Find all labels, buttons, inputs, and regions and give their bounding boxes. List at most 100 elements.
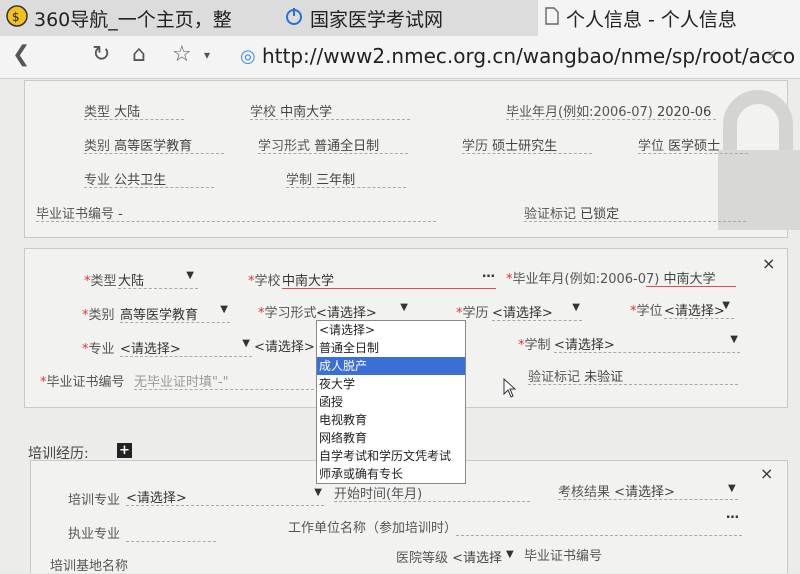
form-duration-label: *学制 — [518, 338, 551, 353]
form-certno-label: *毕业证书编号 — [40, 375, 125, 390]
divider — [462, 153, 592, 154]
chevron-down-icon[interactable]: ▼ — [506, 549, 514, 560]
certno-input[interactable]: 无毕业证时填"-" — [134, 371, 229, 390]
dropdown-option-highlighted[interactable]: 成人脱产 — [317, 357, 465, 375]
tab-bar: $ 360导航_一个主页，整 国家医学考试网 个人信息 - 个人信息 — [0, 0, 800, 37]
divider — [258, 153, 408, 154]
info-grad: 毕业年月(例如:2006-07) 2020-06 — [506, 105, 712, 120]
category-select[interactable]: 高等医学教育 ▼ — [120, 304, 228, 323]
practice-major-label: 执业专业 — [68, 527, 121, 542]
tab-label: 国家医学考试网 — [310, 8, 444, 31]
form-major-label: *专业 — [82, 342, 115, 357]
divider — [84, 119, 184, 120]
form-grad-label: *毕业年月(例如:2006-07) 中南大学 — [506, 272, 716, 287]
info-category: 类别 高等医学教育 — [84, 139, 193, 154]
training-cert-label: 毕业证书编号 — [524, 549, 603, 564]
chevron-down-icon[interactable]: ▼ — [728, 483, 736, 494]
chevron-down-icon: ▼ — [220, 304, 228, 315]
divider — [664, 318, 734, 319]
divider — [126, 505, 324, 506]
divider — [36, 221, 436, 222]
dropdown-option[interactable]: 自学考试和学历文凭考试 — [317, 447, 465, 465]
more-icon[interactable]: … — [726, 507, 739, 522]
form-edu-label: *学历 — [456, 306, 489, 321]
url-field[interactable]: http://www2.nmec.org.cn/wangbao/nme/sp/r… — [262, 44, 795, 68]
dropdown-option[interactable]: 师承或确有专长 — [317, 465, 465, 483]
add-training-button[interactable]: + — [117, 443, 132, 458]
dropdown-option[interactable]: 普通全日制 — [317, 339, 465, 357]
chevron-down-icon: ▼ — [400, 302, 408, 313]
edu-select[interactable]: <请选择> ▼ — [492, 302, 580, 321]
tab-nmec[interactable]: 国家医学考试网 — [284, 0, 532, 36]
close-icon[interactable]: × — [760, 464, 773, 483]
info-school: 学校 中南大学 — [250, 105, 333, 120]
dropdown-option[interactable]: <请选择> — [317, 321, 465, 339]
divider — [506, 119, 716, 120]
info-verify: 验证标记 已锁定 — [524, 207, 620, 222]
degree-select[interactable]: <请选择> ▼ — [664, 300, 730, 319]
divider — [84, 187, 214, 188]
divider — [638, 153, 748, 154]
divider — [492, 320, 582, 321]
divider — [554, 352, 740, 353]
cursor-icon — [503, 378, 517, 398]
dropdown-option[interactable]: 网络教育 — [317, 429, 465, 447]
divider — [286, 187, 406, 188]
training-major-label: 培训专业 — [68, 493, 121, 508]
tab-personal-info[interactable]: 个人信息 - 个人信息 — [538, 0, 800, 36]
divider — [126, 541, 216, 542]
major-sub-select[interactable]: <请选择> — [254, 336, 315, 355]
base-name-label: 培训基地名称 — [50, 559, 129, 574]
divider — [120, 356, 252, 357]
lightning-icon[interactable]: ⚡ — [766, 46, 777, 65]
reload-icon[interactable]: ↻ — [92, 42, 110, 67]
home-icon[interactable]: ⌂ — [132, 42, 146, 67]
duration-select[interactable]: <请选择> ▼ — [554, 334, 738, 353]
training-major-select[interactable]: <请选择> ▼ — [126, 487, 322, 506]
chevron-down-icon[interactable]: ▾ — [204, 48, 210, 62]
hospital-level-label: 医院等级 <请选择 — [396, 551, 503, 566]
studyform-dropdown[interactable]: <请选择> 普通全日制 成人脱产 夜大学 函授 电视教育 网络教育 自学考试和学… — [316, 320, 466, 484]
dropdown-option[interactable]: 函授 — [317, 393, 465, 411]
result-label: 考核结果 <请选择> — [558, 485, 675, 500]
divider — [456, 535, 742, 536]
tab-label: 360导航_一个主页，整 — [34, 8, 232, 31]
form-studyform-label: *学习形式 — [258, 306, 317, 321]
info-edu: 学历 硕士研究生 — [462, 139, 558, 154]
info-major: 专业 公共卫生 — [84, 173, 167, 188]
school-underline — [282, 288, 496, 289]
page-icon — [544, 6, 560, 31]
star-icon[interactable]: ☆ — [172, 42, 192, 67]
secure-icon: ◎ — [240, 46, 256, 67]
info-duration: 学制 三年制 — [286, 173, 356, 188]
school-input[interactable]: 中南大学 — [282, 270, 334, 289]
major-select[interactable]: <请选择> ▼ — [120, 338, 250, 357]
studyform-select[interactable]: <请选择> ▼ — [316, 302, 408, 321]
back-icon[interactable]: ❮ — [12, 42, 30, 67]
divider — [134, 389, 314, 390]
form-type-label: *类型 — [84, 274, 117, 289]
type-select[interactable]: 大陆 ▼ — [118, 270, 194, 289]
chevron-down-icon: ▼ — [730, 334, 738, 345]
form-verify: 验证标记 未验证 — [528, 370, 624, 385]
dropdown-option[interactable]: 夜大学 — [317, 375, 465, 393]
chevron-down-icon: ▼ — [186, 270, 194, 281]
divider — [524, 221, 746, 222]
divider — [558, 499, 738, 500]
close-icon[interactable]: × — [762, 254, 775, 273]
start-time-label: 开始时间(年月) — [334, 487, 423, 502]
power-icon — [284, 6, 304, 31]
chevron-down-icon: ▼ — [314, 487, 322, 498]
info-certno: 毕业证书编号 - — [36, 207, 123, 222]
divider — [84, 153, 224, 154]
divider — [528, 384, 738, 385]
grad-underline — [646, 286, 736, 287]
more-icon[interactable]: … — [482, 266, 495, 281]
360-icon: $ — [6, 4, 28, 32]
form-school-label: *学校 — [248, 274, 281, 289]
divider — [334, 501, 530, 502]
dropdown-option[interactable]: 电视教育 — [317, 411, 465, 429]
chevron-down-icon: ▼ — [572, 302, 580, 313]
divider — [120, 322, 230, 323]
tab-360-nav[interactable]: $ 360导航_一个主页，整 — [6, 0, 276, 36]
